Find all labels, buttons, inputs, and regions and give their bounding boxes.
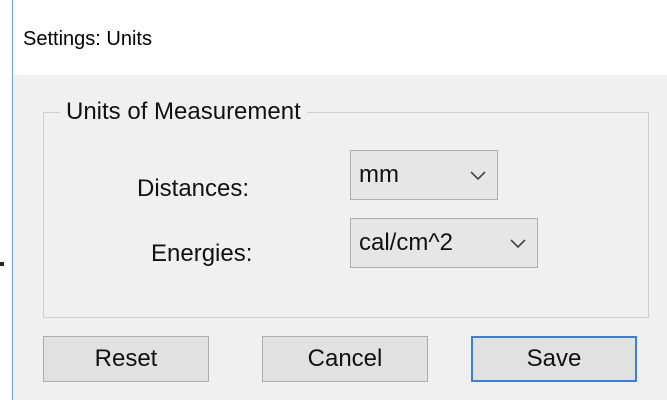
energies-dropdown[interactable]: cal/cm^2 — [350, 218, 538, 268]
chevron-down-icon — [510, 239, 526, 249]
chevron-down-icon — [470, 171, 486, 181]
distances-dropdown[interactable]: mm — [350, 150, 498, 200]
reset-button[interactable]: Reset — [43, 336, 209, 382]
settings-units-dialog: Settings: Units Units of Measurement Dis… — [12, 0, 667, 400]
energies-selected-value: cal/cm^2 — [359, 229, 453, 256]
cancel-button[interactable]: Cancel — [262, 336, 428, 382]
distances-selected-value: mm — [359, 161, 399, 188]
title-bar[interactable]: Settings: Units — [13, 0, 667, 75]
save-button[interactable]: Save — [471, 336, 637, 382]
window-title: Settings: Units — [23, 28, 152, 50]
energies-label: Energies: — [151, 240, 253, 267]
group-title: Units of Measurement — [60, 97, 307, 127]
units-group-box: Units of Measurement — [43, 97, 649, 318]
stray-mark — [0, 262, 4, 266]
distances-label: Distances: — [137, 175, 250, 202]
